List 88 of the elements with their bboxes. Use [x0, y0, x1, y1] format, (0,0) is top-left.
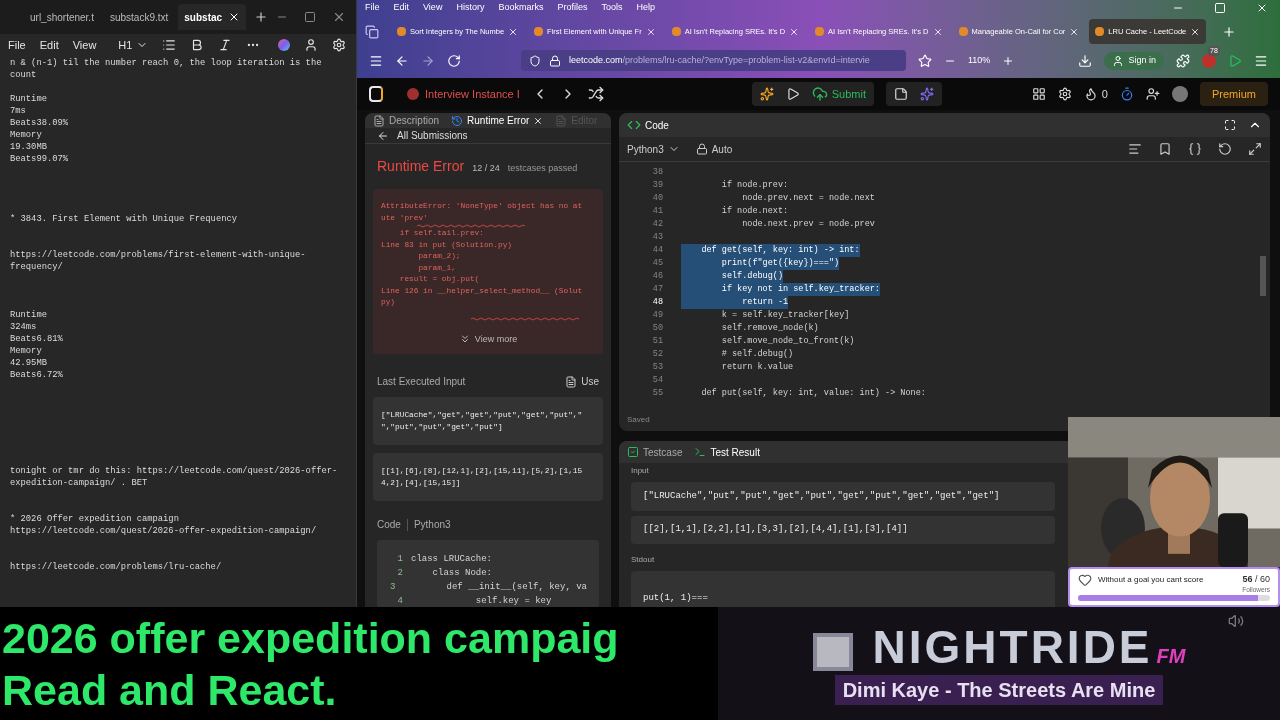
document-tab[interactable]: substack9.txt [103, 4, 175, 30]
address-bar[interactable]: leetcode.com/problems/lru-cache/?envType=problem-list-v2&envId=intervie [521, 50, 906, 71]
goal-total: / 60 [1255, 574, 1270, 585]
caption-text: Read and React. [2, 664, 338, 716]
zoom-level: 110% [968, 53, 991, 67]
goal-title: Without a goal you cant score [1098, 574, 1205, 587]
passed-count: 12 / 24 [472, 162, 500, 175]
document-tab[interactable]: substac [178, 4, 247, 30]
sign-in-button[interactable]: Sign in [1104, 51, 1164, 70]
code-line: # self.debug() [720, 348, 794, 361]
panel-tab[interactable]: Description [373, 113, 440, 128]
line-number: 2 [396, 567, 404, 580]
caption-text: 2026 offer expedition campaig [2, 612, 620, 664]
heading-dropdown[interactable]: H1 [118, 36, 149, 54]
menu-item[interactable]: File [365, 1, 380, 15]
station-suffix: FM [1156, 643, 1186, 669]
code-line: self.move_node_to_front(k) [720, 335, 855, 348]
input-value: [[2],[1,1],[2,2],[1],[3,3],[2],[4,4],[1],[3],[4]] [631, 515, 1055, 544]
line-number: 51 [651, 335, 664, 348]
line-number: 40 [651, 192, 664, 205]
line-number: 3 [389, 581, 397, 594]
input-value: ["LRUCache","put","put","get","put","get","put","get","get","get"] [631, 482, 1055, 511]
menu-item[interactable]: Tools [601, 1, 623, 15]
line-number: 55 [651, 387, 664, 400]
line-number: 49 [651, 309, 664, 322]
document-tab[interactable]: url_shortener.t [24, 4, 100, 30]
menu-item[interactable]: View [423, 1, 443, 15]
line-number: 47 [651, 283, 664, 296]
menu-item[interactable]: Profiles [557, 1, 588, 15]
line-number: 46 [651, 270, 664, 283]
panel-title: Code [645, 118, 669, 133]
code-line: if node.next: [720, 205, 789, 218]
code-line: def __init__(self, key, va [445, 581, 587, 594]
panel-tab[interactable]: Runtime Error [451, 113, 544, 128]
passed-label: testcases passed [507, 162, 578, 175]
section-label: Stdout [630, 554, 656, 566]
code-line: k = self.key_tracker[key] [720, 309, 850, 322]
menu-item[interactable]: Bookmarks [498, 1, 544, 15]
code-line: def put(self, key: int, value: int) -> None: [700, 387, 926, 400]
menu-item[interactable]: View [72, 36, 97, 54]
menu-item[interactable]: Edit [393, 1, 410, 15]
code-line: class Node: [431, 567, 492, 580]
line-number: 45 [651, 257, 664, 270]
line-number: 1 [396, 553, 404, 566]
line-number: 4 [396, 595, 404, 607]
session-button[interactable]: Interview Instance I [407, 85, 520, 103]
premium-button[interactable]: Premium [1200, 82, 1268, 106]
line-number: 38 [651, 166, 664, 179]
section-label: Last Executed Input [377, 375, 467, 389]
code-line: self.remove_node(k) [720, 322, 819, 335]
code-line: return k.value [720, 361, 794, 374]
menu-item[interactable]: Help [636, 1, 655, 15]
code-line: class LRUCache: [411, 553, 492, 566]
line-number: 42 [651, 218, 664, 231]
station-name: NIGHTRIDE [872, 622, 1153, 671]
panel-tab[interactable]: Testcase [627, 444, 683, 460]
mode-label: Auto [711, 142, 733, 157]
result-title: Runtime Error [377, 157, 465, 176]
section-label: Input [630, 465, 650, 478]
menu-item[interactable]: File [8, 36, 26, 54]
save-status: Saved [627, 414, 650, 426]
view-more-button[interactable]: View more [458, 332, 518, 346]
code-line: node.next.prev = node.prev [741, 218, 875, 231]
language-label: Python3 [413, 518, 451, 532]
document-text: n & (n-1) til the number reach 0, the loop iteration is the count Runtime 7ms Beats38.09% Memory 19.30MB Beats99.07% * 3843. First Element with Unique Frequency https://leetcode.com/problems/first-element-with-unique- frequency/ Runtime 324ms Beats6.81% Memory 42.95MB Beats6.72% tonight or tmr do this: https://leetcode.com/quest/2026-offer- expedition-campaign/ . BET * 2026 Offer expedition campaign https://leetcode.com/quest/2026-offer-expedition-campaign/ https://leetcode.com/problems/lru-cache/ [10, 57, 339, 573]
back-link[interactable]: All Submissions [377, 128, 468, 143]
line-number: 52 [651, 348, 664, 361]
line-number: 53 [651, 361, 664, 374]
goal-count: 56 [1242, 574, 1253, 585]
code-line: node.prev.next = node.next [741, 192, 875, 205]
code-line: if node.prev: [720, 179, 789, 192]
line-number: 44 [651, 244, 664, 257]
language-dropdown[interactable]: Python3 [627, 141, 680, 157]
now-playing: Dimi Kaye - The Streets Are Mine [834, 674, 1164, 705]
panel-tab[interactable]: Test Result [694, 444, 760, 460]
line-number: 39 [651, 179, 664, 192]
line-number: 43 [651, 231, 664, 244]
section-label: Code [377, 518, 401, 532]
code-line: self.key = key [474, 595, 552, 607]
line-number: 48 [651, 296, 664, 309]
menu-item[interactable]: History [456, 1, 485, 15]
menu-item[interactable]: Edit [39, 36, 59, 54]
streak-count: 0 [1101, 86, 1108, 102]
line-number: 41 [651, 205, 664, 218]
line-number: 54 [651, 374, 664, 387]
line-number: 50 [651, 322, 664, 335]
stdout-text: put(1, 1)=== [643, 593, 708, 603]
use-button[interactable]: Use [565, 374, 599, 389]
